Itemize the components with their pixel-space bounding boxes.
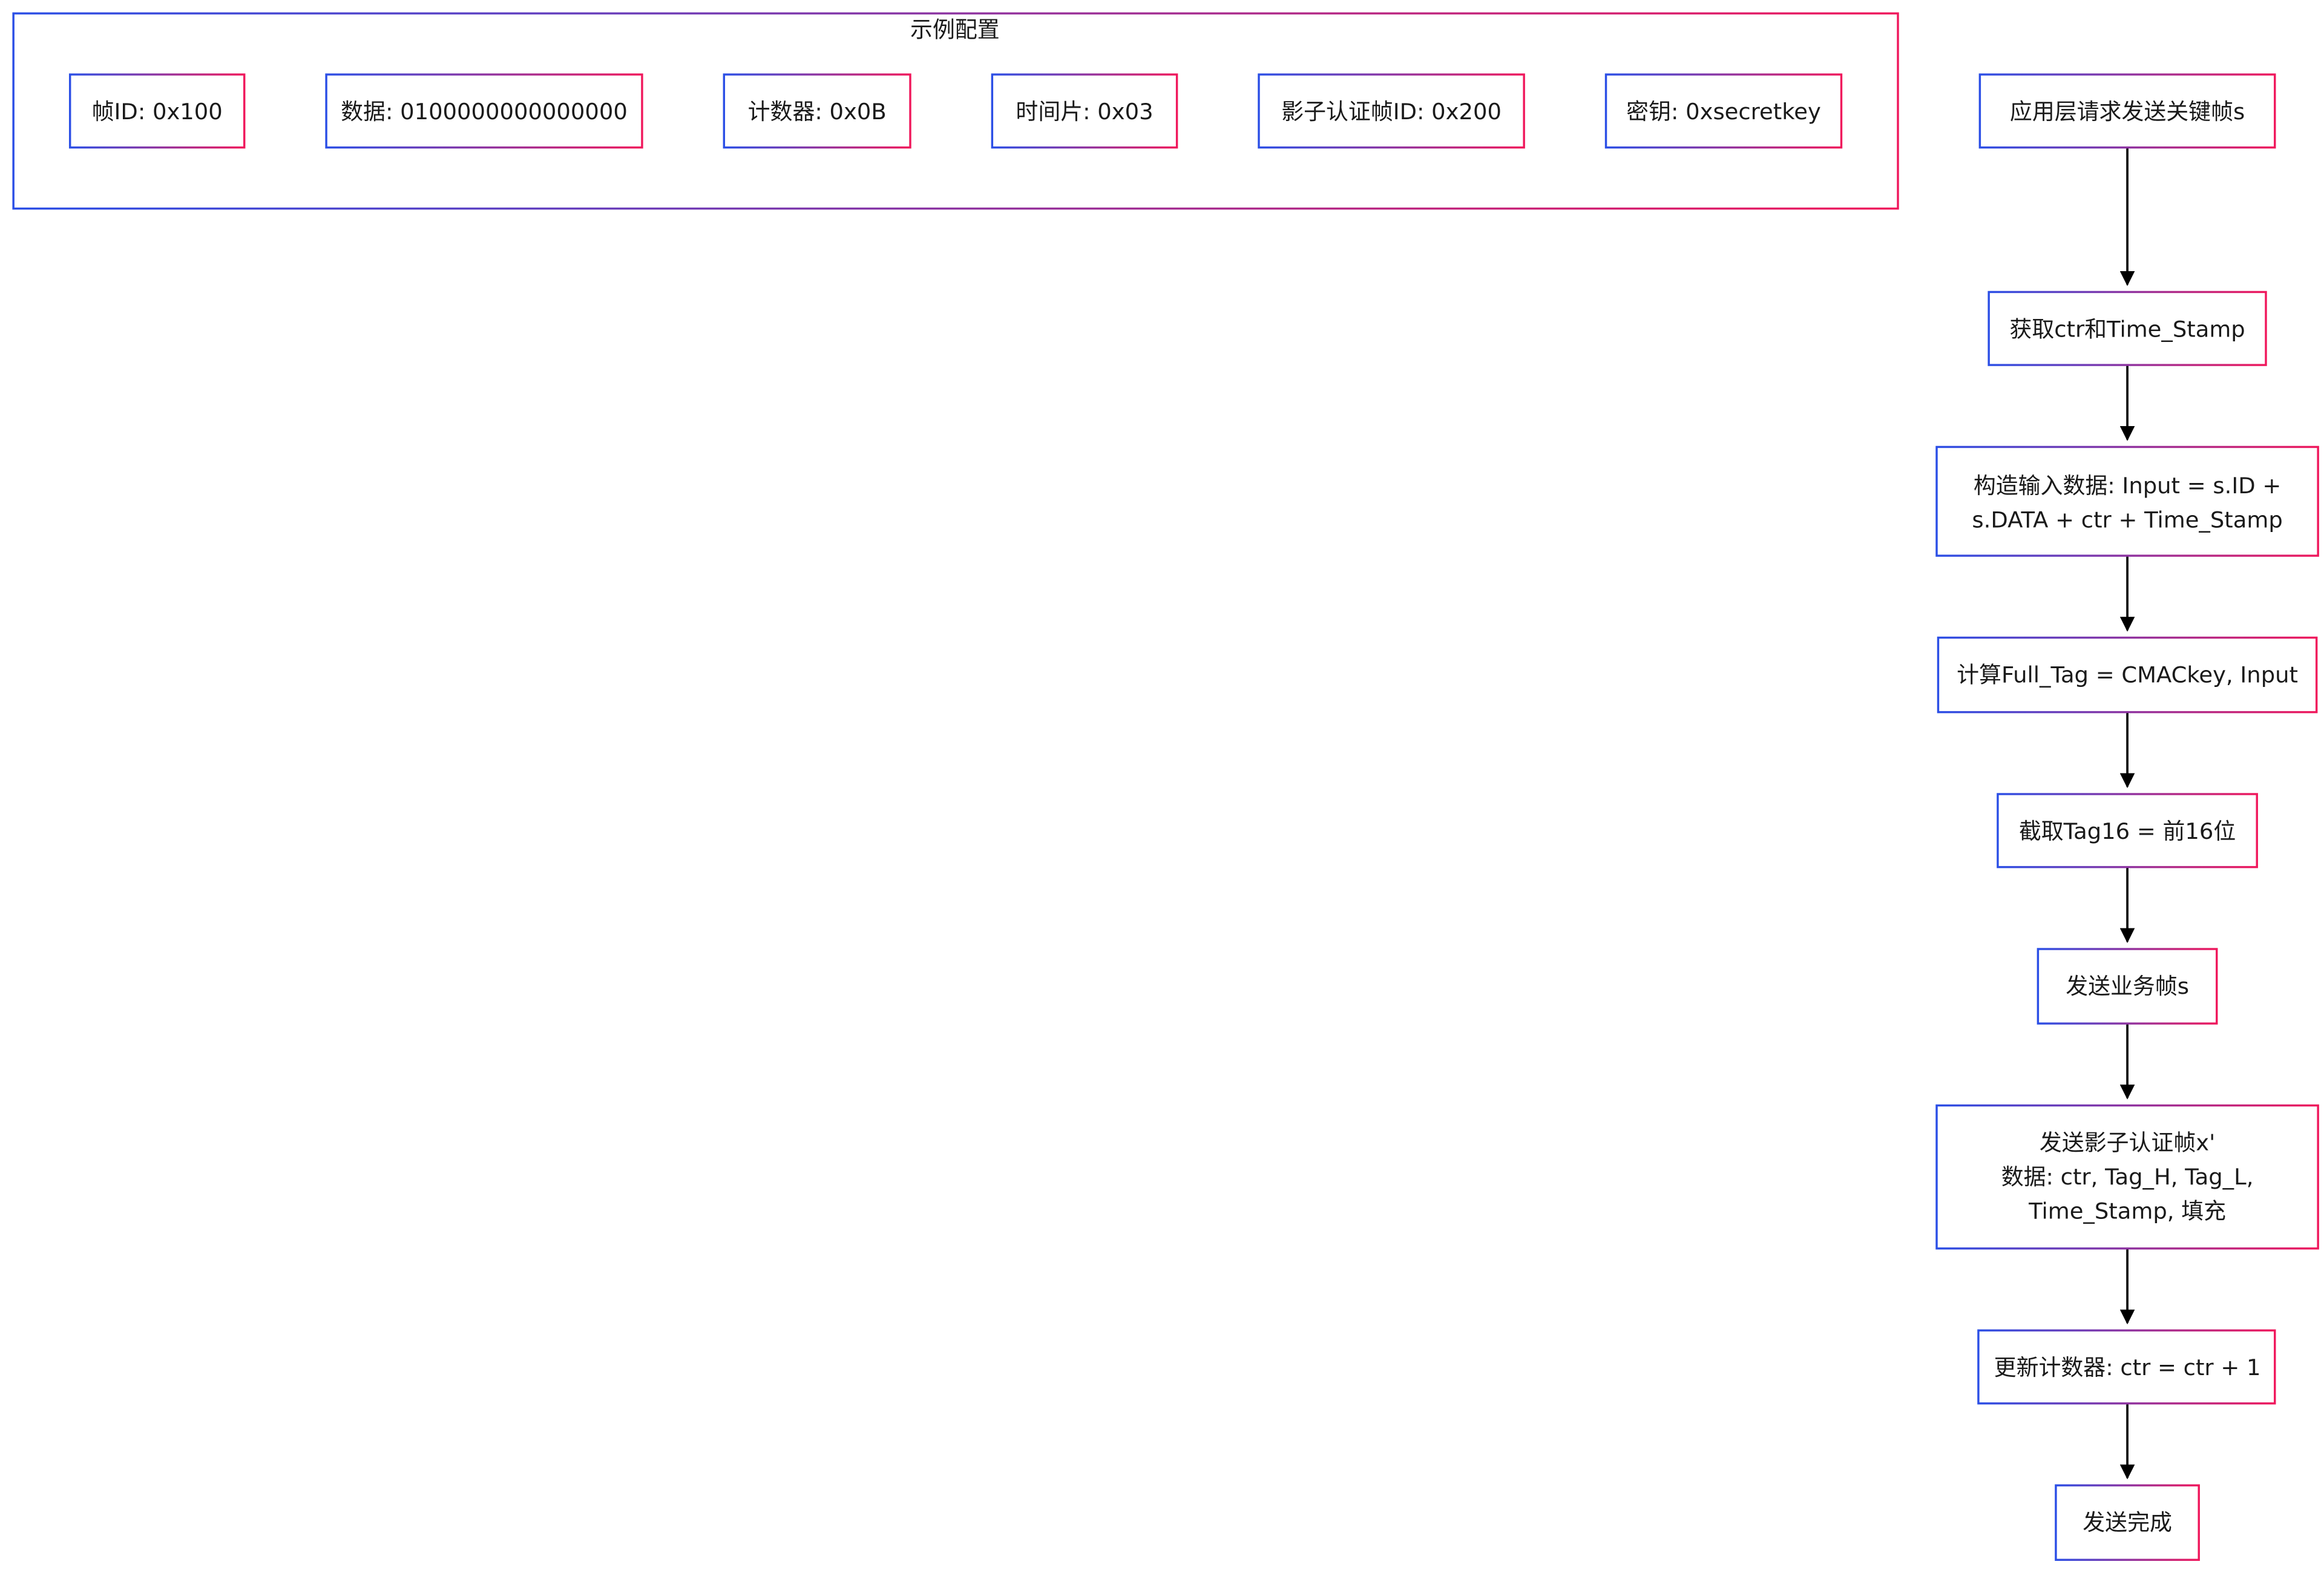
flow-step-done: 发送完成 bbox=[2055, 1484, 2200, 1561]
flow-step-label: 更新计数器: ctr = ctr + 1 bbox=[1994, 1355, 2261, 1381]
config-item-label: 帧ID: 0x100 bbox=[92, 99, 223, 125]
config-item-label: 计数器: 0x0B bbox=[748, 99, 887, 125]
config-item-time-slice: 时间片: 0x03 bbox=[991, 73, 1178, 149]
flow-step-label: 发送完成 bbox=[2083, 1509, 2172, 1536]
flow-step-label: 发送业务帧s bbox=[2066, 973, 2189, 999]
config-item-key: 密钥: 0xsecretkey bbox=[1604, 73, 1843, 149]
config-item-label: 时间片: 0x03 bbox=[1016, 99, 1153, 125]
flow-step-truncate: 截取Tag16 = 前16位 bbox=[1997, 793, 2258, 869]
flow-step-build-input: 构造输入数据: Input = s.ID + s.DATA + ctr + Ti… bbox=[1935, 445, 2319, 557]
config-item-label: 影子认证帧ID: 0x200 bbox=[1281, 99, 1502, 125]
config-item-label: 数据: 0100000000000000 bbox=[341, 99, 628, 125]
flow-step-label: 应用层请求发送关键帧s bbox=[2010, 99, 2245, 125]
flow-step-label: 截取Tag16 = 前16位 bbox=[2019, 818, 2236, 844]
flow-step-label: 发送影子认证帧x' bbox=[2040, 1129, 2215, 1155]
config-item-label: 密钥: 0xsecretkey bbox=[1626, 99, 1821, 125]
flow-step-label: s.DATA + ctr + Time_Stamp bbox=[1972, 507, 2282, 533]
config-item-data: 数据: 0100000000000000 bbox=[325, 73, 643, 149]
flow-step-label: 获取ctr和Time_Stamp bbox=[2009, 316, 2245, 342]
flow-step-send-business: 发送业务帧s bbox=[2037, 948, 2218, 1025]
flow-step-label: 构造输入数据: Input = s.ID + bbox=[1974, 473, 2281, 499]
flow-step-update-counter: 更新计数器: ctr = ctr + 1 bbox=[1977, 1329, 2276, 1405]
flow-step-label: 计算Full_Tag = CMACkey, Input bbox=[1957, 662, 2298, 688]
config-item-frame-id: 帧ID: 0x100 bbox=[68, 73, 246, 149]
config-item-counter: 计数器: 0x0B bbox=[723, 73, 911, 149]
flowchart: 示例配置 帧ID: 0x100 数据: 0100000000000000 计数器… bbox=[12, 12, 2319, 1561]
flow-step-send-shadow: 发送影子认证帧x' 数据: ctr, Tag_H, Tag_L, Time_St… bbox=[1935, 1104, 2319, 1250]
flow-step-label: Time_Stamp, 填充 bbox=[2028, 1198, 2226, 1224]
flow-step-request: 应用层请求发送关键帧s bbox=[1978, 73, 2276, 149]
diagram-stage: 示例配置 帧ID: 0x100 数据: 0100000000000000 计数器… bbox=[0, 0, 2324, 1570]
config-group-title: 示例配置 bbox=[910, 17, 1000, 43]
flow-step-get-ctr: 获取ctr和Time_Stamp bbox=[1988, 291, 2267, 366]
flow-step-label: 数据: ctr, Tag_H, Tag_L, bbox=[2001, 1164, 2254, 1190]
flow-step-compute-tag: 计算Full_Tag = CMACkey, Input bbox=[1937, 636, 2318, 714]
config-item-shadow-frame-id: 影子认证帧ID: 0x200 bbox=[1258, 73, 1525, 149]
